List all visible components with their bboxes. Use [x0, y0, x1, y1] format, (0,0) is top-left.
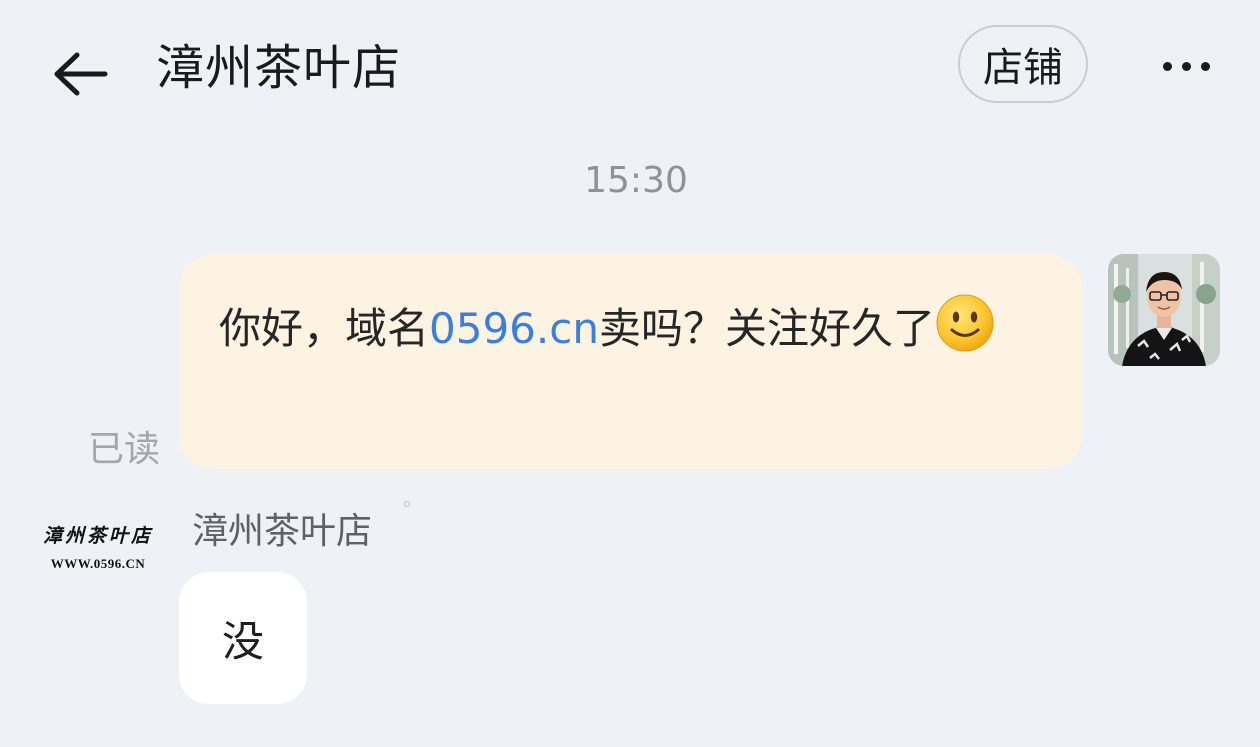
sent-message-text-before-link: 你好，域名	[219, 304, 430, 353]
domain-link[interactable]: 0596.cn	[429, 304, 599, 353]
shop-logo-url: WWW.0596.CN	[50, 556, 146, 571]
message-timestamp: 15:30	[584, 160, 688, 201]
received-message-text: 没	[221, 616, 264, 666]
arrow-left-icon	[54, 52, 108, 96]
slightly-smiling-face-icon	[936, 294, 994, 352]
user-avatar[interactable]	[1108, 254, 1220, 366]
more-dot	[1181, 61, 1191, 71]
page-title: 漳州茶叶店	[156, 40, 402, 96]
user-avatar-image	[1108, 254, 1220, 366]
shop-logo-text: 漳州茶叶店	[42, 525, 153, 547]
sent-message-bubble[interactable]: 你好，域名0596.cn卖吗？关注好久了	[179, 254, 1082, 469]
decorative-dot	[404, 501, 410, 507]
shop-button[interactable]: 店铺	[958, 25, 1088, 103]
sent-message-text-after-link: 卖吗？关注好久了	[598, 304, 935, 353]
more-options-button[interactable]	[1150, 44, 1222, 88]
received-message-bubble[interactable]: 没	[179, 572, 307, 704]
back-button[interactable]	[48, 42, 112, 106]
sender-name: 漳州茶叶店	[192, 511, 373, 552]
chat-screen: 漳州茶叶店 店铺 15:30 已读 你好，域名0596.cn卖吗？关注好久了 漳…	[0, 0, 1260, 747]
read-status: 已读	[88, 429, 161, 470]
more-dot	[1200, 61, 1210, 71]
more-dot	[1162, 61, 1172, 71]
shop-avatar[interactable]: 漳州茶叶店 WWW.0596.CN	[36, 522, 160, 592]
